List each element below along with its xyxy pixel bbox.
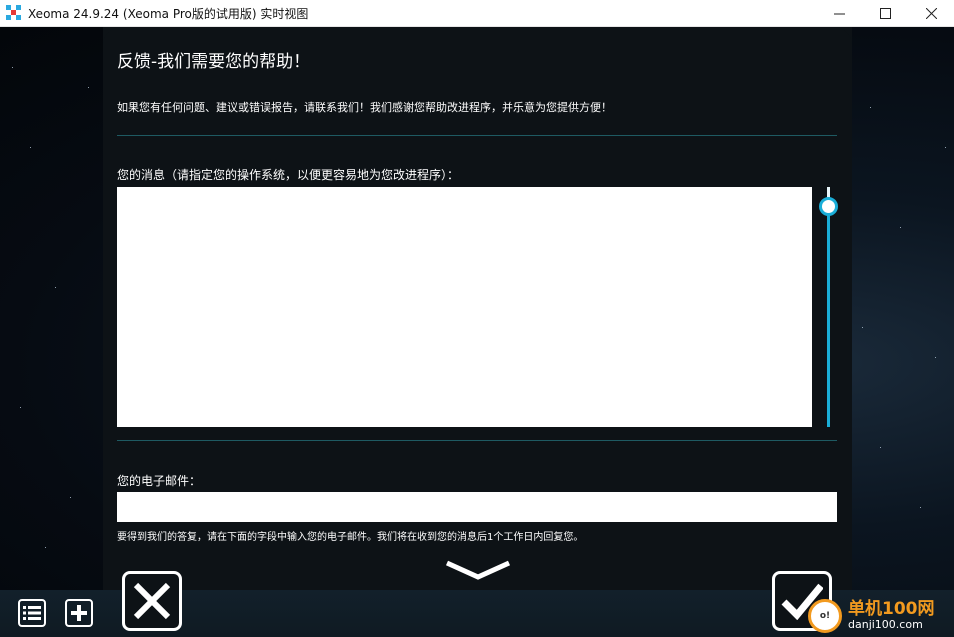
message-scrollbar-thumb[interactable]: [819, 197, 838, 216]
feedback-dialog: 反馈-我们需要您的帮助！ 如果您有任何问题、建议或错误报告，请联系我们！我们感谢…: [103, 27, 852, 637]
window-titlebar: Xeoma 24.9.24 (Xeoma Pro版的试用版) 实时视图: [0, 0, 954, 27]
close-window-button[interactable]: [908, 0, 954, 27]
cancel-button[interactable]: [122, 571, 182, 631]
email-label: 您的电子邮件：: [117, 474, 202, 488]
add-button[interactable]: [65, 599, 93, 627]
list-button[interactable]: [18, 599, 46, 627]
maximize-icon: [879, 8, 891, 19]
chevron-down-icon[interactable]: [443, 557, 513, 585]
xeoma-app-icon: [6, 5, 22, 21]
plus-icon: [71, 605, 87, 621]
dialog-heading: 反馈-我们需要您的帮助！: [117, 52, 311, 72]
divider: [117, 440, 837, 441]
maximize-button[interactable]: [862, 0, 908, 27]
email-hint: 要得到我们的答复，请在下面的字段中输入您的电子邮件。我们将在收到您的消息后1个工…: [117, 532, 584, 543]
email-field[interactable]: [117, 492, 837, 522]
watermark-title: 单机100网: [848, 598, 935, 619]
window-title: Xeoma 24.9.24 (Xeoma Pro版的试用版) 实时视图: [28, 6, 309, 21]
message-label: 您的消息（请指定您的操作系统，以便更容易地为您改进程序）：: [117, 168, 460, 182]
dialog-intro: 如果您有任何问题、建议或错误报告，请联系我们！我们感谢您帮助改进程序，并乐意为您…: [117, 101, 612, 114]
message-scrollbar-track[interactable]: [827, 187, 830, 427]
watermark-url: danji100.com: [848, 617, 923, 631]
minimize-button[interactable]: [816, 0, 862, 27]
site-watermark: o! 单机100网 danji100.com: [808, 594, 954, 637]
message-textarea[interactable]: [117, 187, 812, 427]
minimize-icon: [833, 13, 845, 15]
divider: [117, 135, 837, 136]
close-icon: [925, 8, 937, 19]
close-x-icon: [133, 582, 171, 620]
list-icon: [23, 606, 41, 620]
watermark-logo: o!: [808, 598, 842, 633]
